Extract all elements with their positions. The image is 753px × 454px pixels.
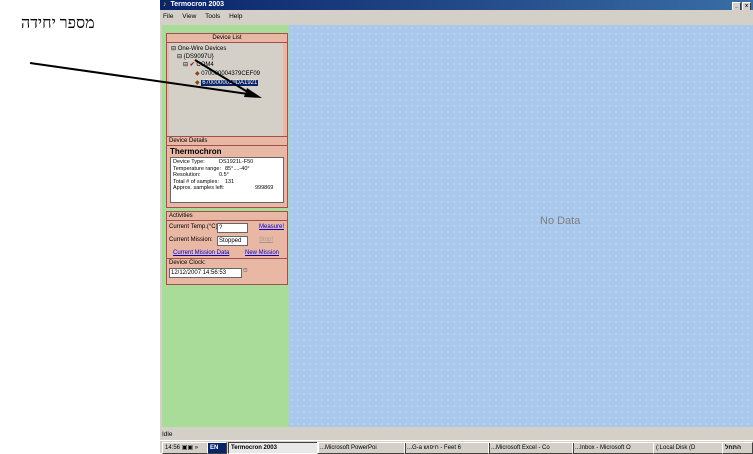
device-details-panel: Device Details Thermochron Device Type: D…: [166, 136, 288, 208]
taskbar-item-outlook[interactable]: ...Inbox - Microsoft O: [572, 442, 654, 454]
current-mission-label: Current Mission:: [169, 237, 213, 243]
stop-link[interactable]: Stop!: [259, 237, 273, 243]
tree-port[interactable]: ⊟ ✔ COM4: [183, 61, 214, 68]
ibutton-icon: ◆: [195, 80, 200, 86]
divider: [167, 258, 287, 259]
annotation-label: מספר יחידה: [21, 15, 95, 32]
device-clock-field[interactable]: 12/12/2007 14:56:53: [169, 268, 242, 278]
measure-link[interactable]: Measure!: [259, 224, 284, 230]
menu-bar: File View Tools Help: [160, 10, 753, 23]
taskbar-item-browser[interactable]: ...G-a חיפוש - Feet 6: [404, 442, 490, 454]
clock-icon[interactable]: ⏲: [243, 268, 248, 275]
current-mission-field[interactable]: Stopped: [217, 236, 248, 246]
language-indicator[interactable]: EN: [207, 442, 227, 454]
current-temp-label: Current Temp.(°C):: [169, 224, 220, 230]
status-bar: Idle: [160, 430, 753, 440]
taskbar-item-excel[interactable]: ...Microsoft Excel - Co: [488, 442, 574, 454]
activities-panel: Activities Current Temp.(°C): ? Measure!…: [166, 211, 288, 285]
device-clock-label: Device Clock:: [169, 260, 206, 266]
device-tree: ⊟ One-Wire Devices ⊟ {DS9097U} ⊟ ✔ COM4 …: [169, 43, 283, 143]
details-box: Device Type: DS1921L-F50 Temperature rang…: [170, 157, 284, 203]
new-mission-link[interactable]: New Mission: [245, 250, 279, 256]
device-list-panel: Device List ⊟ One-Wire Devices ⊟ {DS9097…: [166, 33, 288, 148]
taskbar: 14:56 ▣▣ » EN Termocron 2003 ...Microsof…: [160, 440, 753, 454]
left-pane: Device List ⊟ One-Wire Devices ⊟ {DS9097…: [162, 25, 289, 427]
start-button[interactable]: התחל: [722, 442, 753, 454]
ibutton-icon: ◆: [195, 71, 200, 77]
activities-header: Activities: [167, 212, 287, 221]
app-icon: ♪: [163, 1, 167, 8]
detail-row: Approx. samples left: 999869: [173, 185, 274, 191]
taskbar-item-termocron[interactable]: Termocron 2003: [228, 442, 319, 454]
device-details-header: Device Details: [167, 137, 287, 146]
current-mission-data-link[interactable]: Current Mission Data: [173, 250, 229, 256]
title-bar: ♪ Termocron 2003 _ x: [160, 0, 753, 11]
menu-file[interactable]: File: [163, 13, 173, 20]
tree-root[interactable]: ⊟ One-Wire Devices: [171, 45, 226, 52]
check-icon: ✔: [189, 62, 195, 68]
tree-device-2[interactable]: ◆ 6700000019DA1921: [195, 79, 259, 86]
tray-icons: ▣▣: [181, 445, 194, 451]
tree-device-1[interactable]: ◆ 070000004379CEF09: [195, 70, 260, 77]
tree-adapter[interactable]: ⊟ {DS9097U}: [177, 53, 214, 60]
menu-view[interactable]: View: [182, 13, 196, 20]
app-window: ♪ Termocron 2003 _ x File View Tools Help…: [160, 0, 753, 454]
main-view: No Data: [289, 25, 753, 427]
window-title: Termocron 2003: [170, 1, 225, 8]
no-data-text: No Data: [540, 215, 581, 227]
menu-tools[interactable]: Tools: [205, 13, 220, 20]
menu-help[interactable]: Help: [229, 13, 242, 20]
tray-clock[interactable]: 14:56 ▣▣ »: [162, 442, 208, 454]
device-name: Thermochron: [170, 147, 222, 156]
taskbar-item-disk[interactable]: (:Local Disk (D: [653, 442, 723, 454]
device-list-header: Device List: [167, 34, 287, 43]
current-temp-field[interactable]: ?: [217, 223, 248, 233]
taskbar-item-powerpoint[interactable]: ...Microsoft PowerPoi: [317, 442, 406, 454]
